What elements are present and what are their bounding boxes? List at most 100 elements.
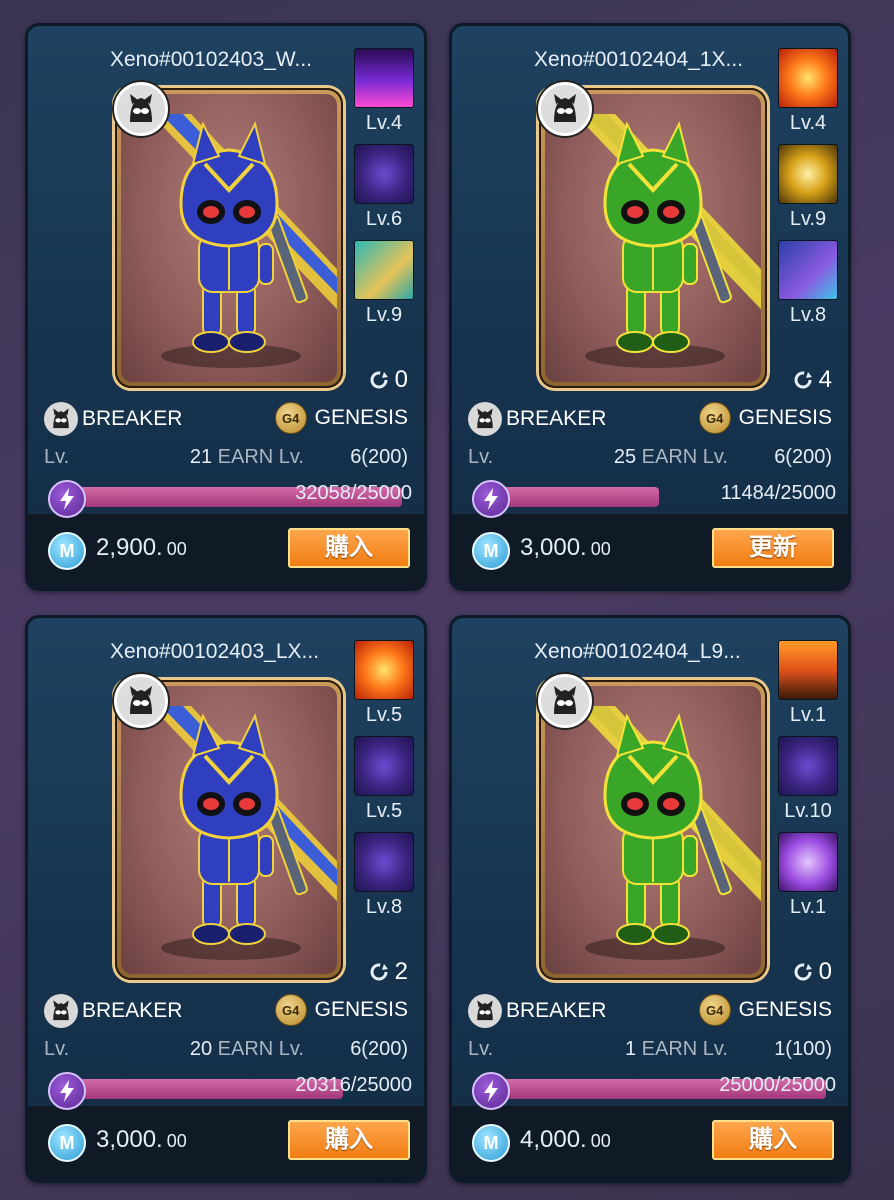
class-label: BREAKER (506, 999, 607, 1022)
skill-level: Lv.8 (365, 896, 403, 918)
earn-level-label: EARN Lv. (217, 1038, 304, 1060)
genesis-label: GENESIS (314, 998, 408, 1021)
skill-slot[interactable]: Lv.9 (354, 240, 414, 336)
lightning-bolt-icon (472, 1072, 510, 1110)
class-row: BREAKER G4 GENESIS (44, 402, 408, 436)
earn-level-value: 6(200) (350, 1038, 408, 1060)
skill-slot[interactable]: Lv.5 (354, 640, 414, 736)
energy-bar: 25000/25000 (472, 1072, 836, 1110)
target-skill-icon (354, 832, 414, 892)
price-decimals: 00 (166, 539, 187, 559)
nft-name: Xeno#00102404_L9... (534, 640, 741, 663)
m-coin-icon: M (48, 1124, 86, 1162)
skill-slot[interactable]: Lv.8 (354, 832, 414, 928)
skill-level: Lv.1 (789, 896, 827, 918)
class-row: BREAKER G4 GENESIS (468, 402, 832, 436)
neon-orb-skill-icon (354, 48, 414, 108)
price-footer: M 4,000. 00 購入 (452, 1106, 848, 1180)
repair-count: 4 (793, 366, 832, 394)
level-label: Lv. (468, 1038, 494, 1060)
price: 3,000. 00 (96, 1126, 187, 1154)
purchase-button[interactable]: 購入 (712, 1120, 834, 1160)
price-decimals: 00 (590, 539, 611, 559)
repair-cycle-icon (370, 371, 388, 389)
update-button[interactable]: 更新 (712, 528, 834, 568)
repair-cycle-icon (370, 963, 388, 981)
boot-skill-icon (354, 240, 414, 300)
nft-card[interactable]: Xeno#00102403_LX... Lv.5 Lv.5 Lv.8 2 BRE… (25, 615, 427, 1183)
skill-slot[interactable]: Lv.6 (354, 144, 414, 240)
skill-slot[interactable]: Lv.10 (778, 736, 838, 832)
nft-card[interactable]: Xeno#00102404_L9... Lv.1 Lv.10 Lv.1 0 BR… (449, 615, 851, 1183)
energy-bar: 11484/25000 (472, 480, 836, 518)
character-portrait (545, 94, 761, 382)
character-portrait (545, 686, 761, 974)
nft-name: Xeno#00102403_LX... (110, 640, 320, 663)
earn-level-label: EARN Lv. (217, 446, 304, 468)
lightning-bolt-icon (48, 1072, 86, 1110)
price-decimals: 00 (590, 1131, 611, 1151)
generation-badge-icon: G4 (274, 994, 307, 1026)
energy-value: 25000/25000 (719, 1074, 836, 1096)
generation-badge-icon: G4 (698, 402, 731, 434)
energy-value: 11484/25000 (720, 482, 836, 504)
m-coin-icon: M (472, 1124, 510, 1162)
generation-badge-icon: G4 (274, 402, 307, 434)
character-illustration (151, 114, 337, 368)
price-decimals: 00 (166, 1131, 187, 1151)
flame-warrior-skill-icon (778, 640, 838, 700)
price-footer: M 3,000. 00 更新 (452, 514, 848, 588)
skill-slot[interactable]: Lv.1 (778, 640, 838, 736)
lightning-bolt-icon (48, 480, 86, 518)
target-skill-icon (354, 144, 414, 204)
level-value: 25 (613, 446, 637, 468)
class-label: BREAKER (82, 407, 183, 430)
price-value: 2,900. (96, 534, 163, 561)
level-value: 1 (624, 1038, 637, 1060)
price: 4,000. 00 (520, 1126, 611, 1154)
energy-value: 32058/25000 (295, 482, 412, 504)
genesis-label: GENESIS (738, 406, 832, 429)
character-portrait (121, 686, 337, 974)
earn-level-label: EARN Lv. (641, 1038, 728, 1060)
ghost-skill-icon (778, 832, 838, 892)
level-value: 21 (189, 446, 213, 468)
price-value: 3,000. (96, 1126, 163, 1153)
skill-level: Lv.8 (789, 304, 827, 326)
m-coin-icon: M (472, 532, 510, 570)
price: 2,900. 00 (96, 534, 187, 562)
repair-count-value: 0 (394, 366, 408, 393)
skill-slot[interactable]: Lv.4 (354, 48, 414, 144)
skill-level: Lv.5 (365, 800, 403, 822)
purchase-button[interactable]: 購入 (288, 1120, 410, 1160)
earn-level-value: 6(200) (350, 446, 408, 468)
repair-count-value: 2 (394, 958, 408, 985)
skill-slot[interactable]: Lv.5 (354, 736, 414, 832)
nft-name: Xeno#00102404_1X... (534, 48, 744, 71)
skill-slot[interactable]: Lv.9 (778, 144, 838, 240)
skill-slot[interactable]: Lv.1 (778, 832, 838, 928)
breaker-class-icon (44, 994, 78, 1028)
energy-bar: 32058/25000 (48, 480, 412, 518)
genesis-label: GENESIS (738, 998, 832, 1021)
energy-bar-fill (486, 487, 659, 507)
skill-slot[interactable]: Lv.8 (778, 240, 838, 336)
nft-card[interactable]: Xeno#00102404_1X... Lv.4 Lv.9 Lv.8 4 BRE… (449, 23, 851, 591)
earn-level-label: EARN Lv. (641, 446, 728, 468)
character-portrait (121, 94, 337, 382)
skill-slot[interactable]: Lv.4 (778, 48, 838, 144)
skill-list: Lv.5 Lv.5 Lv.8 (354, 640, 414, 928)
fire-skill-icon (778, 48, 838, 108)
skill-level: Lv.5 (365, 704, 403, 726)
nft-card[interactable]: Xeno#00102403_W... Lv.4 Lv.6 Lv.9 0 BREA… (25, 23, 427, 591)
breaker-class-badge-icon (114, 82, 168, 136)
breaker-class-badge-icon (538, 82, 592, 136)
earn-level-value: 6(200) (774, 446, 832, 468)
purchase-button[interactable]: 購入 (288, 528, 410, 568)
repair-count: 0 (369, 366, 408, 394)
genesis-label: GENESIS (314, 406, 408, 429)
nft-name: Xeno#00102403_W... (110, 48, 313, 71)
skill-level: Lv.4 (365, 112, 403, 134)
repair-cycle-icon (794, 963, 812, 981)
target-skill-icon (354, 736, 414, 796)
